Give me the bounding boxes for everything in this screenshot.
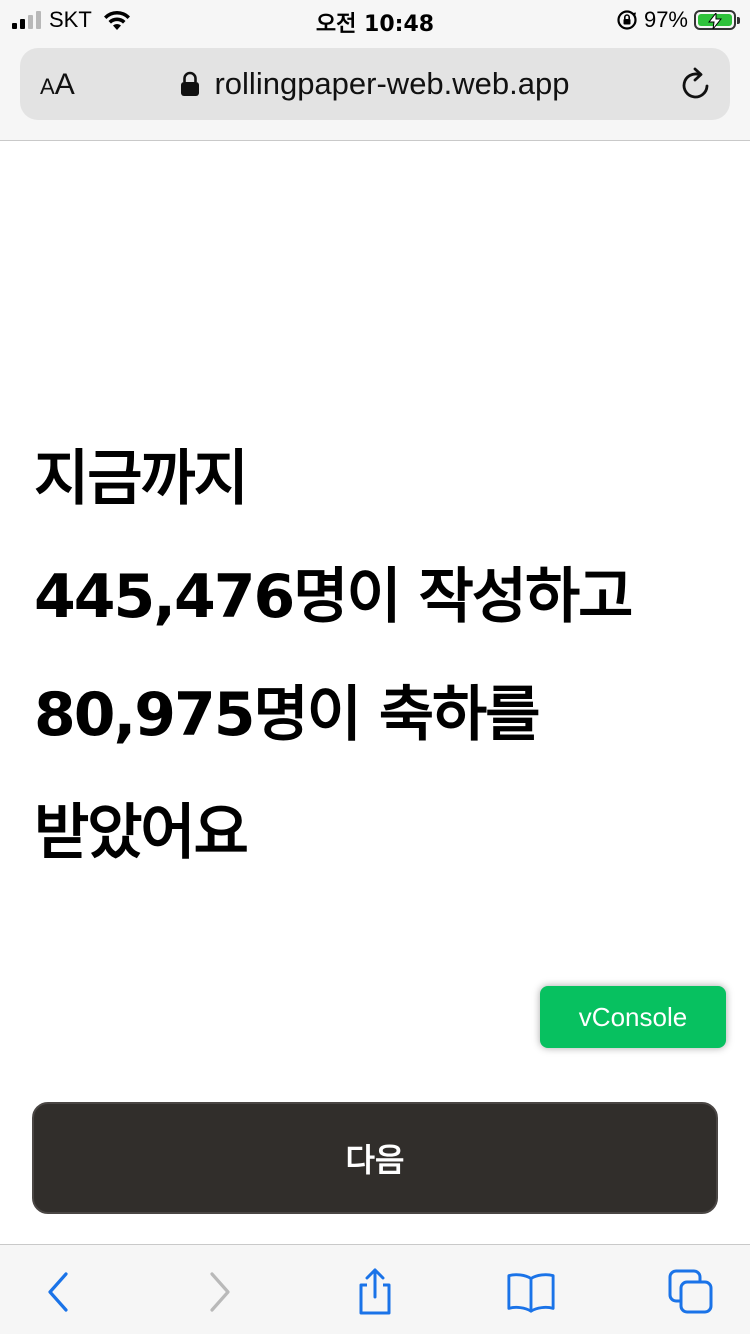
- url-text: rollingpaper-web.web.app: [214, 66, 570, 101]
- back-icon[interactable]: [34, 1267, 84, 1317]
- battery-percent: 97%: [643, 7, 688, 32]
- next-button-label: 다음: [345, 1141, 405, 1179]
- orientation-lock-icon: [617, 10, 637, 30]
- browser-toolbar: [0, 1244, 750, 1334]
- tabs-icon[interactable]: [666, 1267, 716, 1317]
- headline-line-3: 80,975명이 축하를: [34, 680, 540, 750]
- forward-icon[interactable]: [194, 1267, 244, 1317]
- url-wrap: rollingpaper-web.web.app: [20, 66, 730, 102]
- address-bar[interactable]: AA rollingpaper-web.web.app: [20, 48, 730, 120]
- browser-top-bar: AA rollingpaper-web.web.app: [0, 40, 750, 141]
- vconsole-button[interactable]: vConsole: [540, 986, 726, 1048]
- next-button[interactable]: 다음: [32, 1102, 718, 1214]
- headline-line-2: 445,476명이 작성하고: [34, 562, 633, 632]
- lock-icon: [181, 71, 200, 96]
- share-icon[interactable]: [350, 1267, 400, 1317]
- battery-charging-icon: [694, 10, 740, 30]
- headline-line-4: 받았어요: [34, 798, 249, 868]
- headline-line-1: 지금까지: [34, 444, 249, 514]
- status-right: 97%: [616, 6, 740, 34]
- headline: 지금까지 445,476명이 작성하고 80,975명이 축하를 받았어요: [34, 420, 724, 892]
- bookmarks-icon[interactable]: [506, 1267, 556, 1317]
- page: SKT 오전 10:48 97% AA rollingpaper-web.web…: [0, 0, 750, 1334]
- status-bar: SKT 오전 10:48 97%: [0, 0, 750, 40]
- reload-icon[interactable]: [680, 66, 714, 102]
